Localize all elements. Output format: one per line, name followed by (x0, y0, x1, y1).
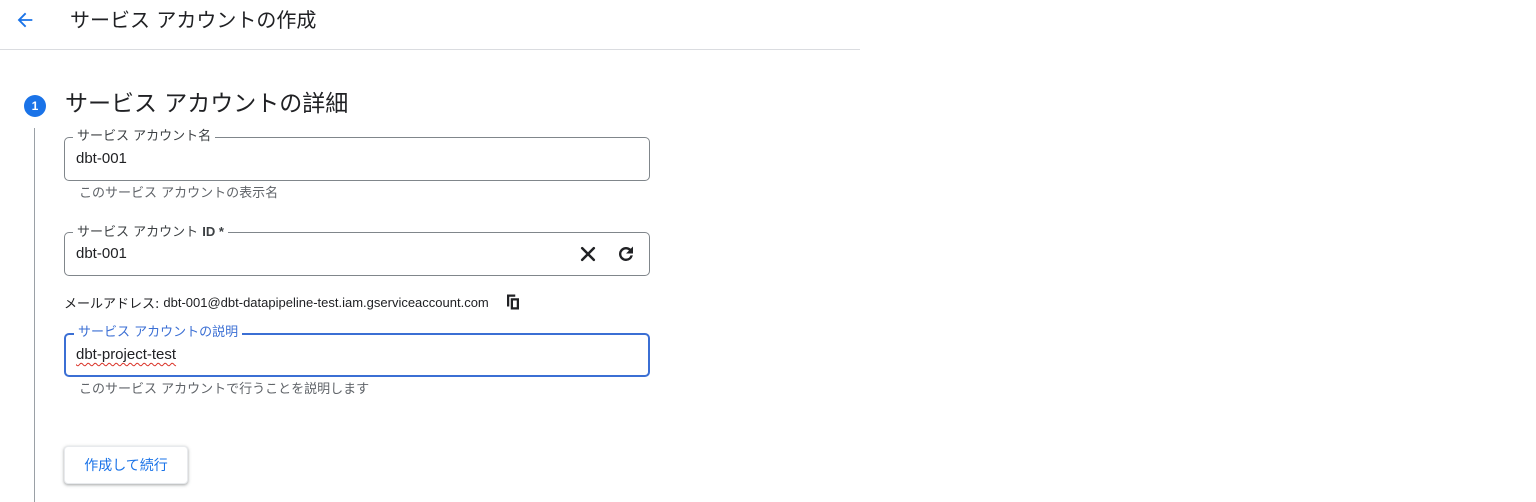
create-and-continue-button[interactable]: 作成して続行 (64, 446, 188, 484)
service-account-description-value: dbt-project-test (76, 346, 177, 363)
service-account-description-field[interactable]: サービス アカウントの説明 dbt-project-test (64, 325, 650, 377)
service-account-description-label: サービス アカウントの説明 (74, 325, 243, 341)
step-connector-line (34, 128, 35, 502)
service-account-name-label: サービス アカウント名 (73, 129, 216, 145)
copy-icon (506, 294, 519, 310)
email-row: メールアドレス: dbt-001@dbt-datapipeline-test.i… (64, 292, 523, 312)
clear-id-button[interactable] (577, 243, 599, 265)
email-label: メールアドレス: (64, 296, 160, 312)
service-account-id-label: サービス アカウント ID * (73, 224, 228, 241)
email-value: dbt-001@dbt-datapipeline-test.iam.gservi… (163, 294, 489, 310)
back-button[interactable] (10, 5, 40, 35)
page-header: サービス アカウントの作成 (0, 0, 860, 50)
service-account-name-hint: このサービス アカウントの表示名 (79, 186, 279, 201)
step-title: サービス アカウントの詳細 (65, 91, 349, 117)
regenerate-id-button[interactable] (615, 243, 637, 265)
refresh-icon (619, 246, 633, 262)
page-title: サービス アカウントの作成 (70, 8, 317, 32)
service-account-id-value: dbt-001 (76, 245, 127, 262)
close-icon (580, 246, 596, 262)
service-account-id-field[interactable]: サービス アカウント ID * dbt-001 (64, 224, 650, 276)
service-account-name-field[interactable]: サービス アカウント名 dbt-001 (64, 129, 650, 181)
service-account-description-hint: このサービス アカウントで行うことを説明します (79, 382, 370, 397)
arrow-left-icon (17, 12, 33, 28)
step-number-badge: 1 (24, 95, 46, 117)
create-service-account-page: サービス アカウントの作成 1 サービス アカウントの詳細 サービス アカウント… (0, 0, 1536, 502)
copy-email-button[interactable] (503, 292, 523, 312)
service-account-name-value: dbt-001 (76, 150, 127, 167)
